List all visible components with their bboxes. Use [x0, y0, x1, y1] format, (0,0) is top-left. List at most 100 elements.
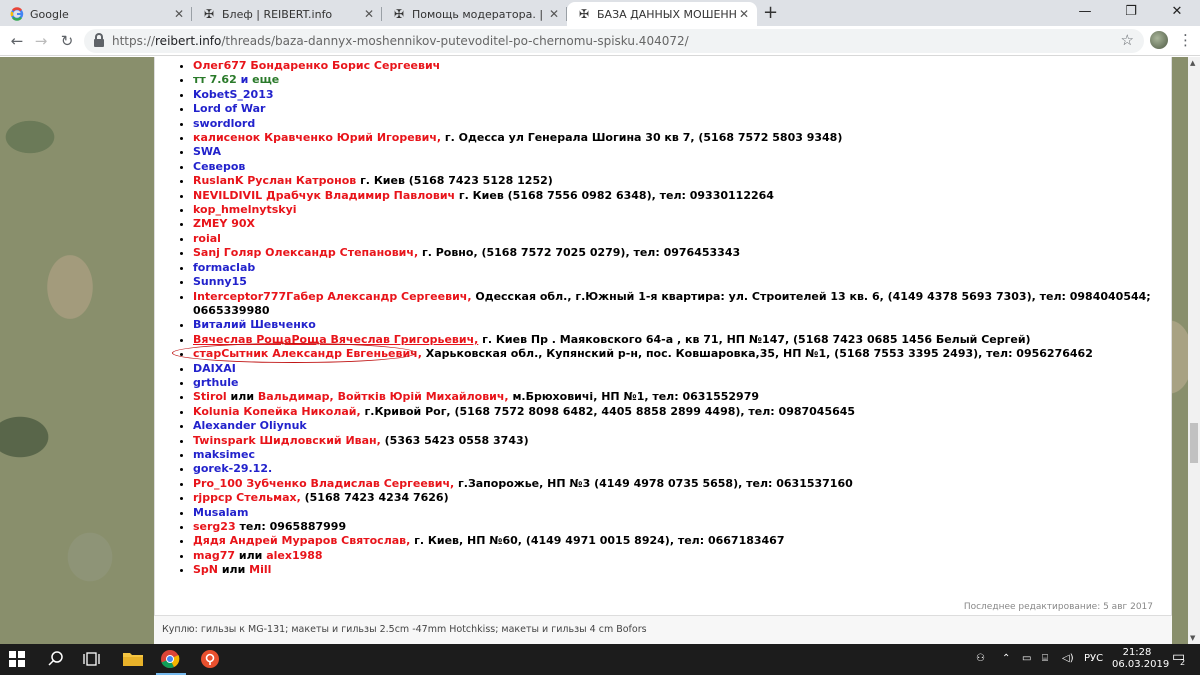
close-tab-icon[interactable]: ✕ — [174, 7, 184, 21]
list-item: ZMEY 90X — [193, 217, 1153, 231]
chrome-icon[interactable] — [160, 649, 180, 669]
windows-start-icon[interactable] — [9, 651, 25, 667]
entry-details: г.Запорожье, НП №3 (4149 4978 0735 5658)… — [454, 476, 853, 490]
user-link[interactable]: roial — [193, 232, 221, 245]
minimize-icon[interactable]: — — [1062, 0, 1108, 26]
user-link[interactable]: Sunny15 — [193, 275, 247, 288]
user-link[interactable]: Interceptor777Габер Александр Сергеевич, — [193, 290, 472, 303]
user-link[interactable]: тт 7.62 — [193, 73, 241, 86]
user-link[interactable]: еще — [248, 73, 279, 86]
user-link[interactable]: калисенок Кравченко Юрий Игоревич, — [193, 131, 441, 144]
people-icon[interactable]: ⚇ — [976, 652, 985, 666]
user-link[interactable]: SpN — [193, 563, 218, 576]
close-tab-icon[interactable]: ✕ — [549, 7, 559, 21]
user-link[interactable]: swordlord — [193, 117, 255, 130]
address-bar[interactable]: https://reibert.info/threads/baza-dannyx… — [84, 29, 1144, 53]
file-explorer-icon[interactable] — [122, 649, 143, 669]
network-icon[interactable]: ⌸ — [1042, 652, 1048, 666]
highlight-ellipse — [172, 343, 416, 363]
user-link[interactable]: Alexander Oliynuk — [193, 419, 307, 432]
tray-chevron-icon[interactable]: ⌃ — [1002, 652, 1010, 666]
clock-date: 06.03.2019 — [1112, 659, 1170, 670]
list-item: maksimec — [193, 448, 1153, 462]
close-tab-icon[interactable]: ✕ — [364, 7, 374, 21]
user-link[interactable]: DAIXAI — [193, 362, 236, 375]
list-item: Alexander Oliynuk — [193, 419, 1153, 433]
list-item: serg23 тел: 0965887999 — [193, 520, 1153, 534]
bookmark-star-icon[interactable]: ☆ — [1121, 31, 1134, 49]
entry-details: или — [235, 548, 267, 562]
volume-icon[interactable]: ◁) — [1062, 652, 1074, 666]
user-link[interactable]: Kolunia Копейка Николай, — [193, 405, 361, 418]
tab-bluff[interactable]: ✠ Блеф | REIBERT.info ✕ — [192, 2, 382, 26]
entry-details: (5363 5423 0558 3743) — [380, 433, 529, 447]
user-link[interactable]: gorek-29.12. — [193, 462, 272, 475]
list-item: Lord of War — [193, 102, 1153, 116]
user-link[interactable]: SWA — [193, 145, 221, 158]
user-link[interactable]: RuslanK Руслан Катронов — [193, 174, 356, 187]
user-link[interactable]: Виталий Шевченко — [193, 318, 316, 331]
user-link[interactable]: NEVILDIVIL Драбчук Владимир Павлович — [193, 189, 455, 202]
tab-fraud-database[interactable]: ✠ БАЗА ДАННЫХ МОШЕННИКОВ ✕ — [567, 2, 757, 26]
user-link[interactable]: Олег677 Бондаренко Борис Сергеевич — [193, 59, 440, 72]
user-link[interactable]: kop_hmelnytskyi — [193, 203, 297, 216]
language-indicator[interactable]: РУС — [1084, 652, 1103, 666]
user-link[interactable]: maksimec — [193, 448, 255, 461]
user-link[interactable]: KobetS_2013 — [193, 88, 274, 101]
tab-moderator-help[interactable]: ✠ Помощь модератора. | REIBERT.info ✕ — [382, 2, 567, 26]
reload-icon[interactable]: ↻ — [56, 30, 78, 52]
close-window-icon[interactable]: ✕ — [1154, 0, 1200, 26]
entry-details: (5168 7423 4234 7626) — [300, 491, 449, 505]
list-item: Виталий Шевченко — [193, 318, 1153, 332]
list-item: roial — [193, 232, 1153, 246]
list-item: Twinspark Шидловский Иван, (5363 5423 05… — [193, 434, 1153, 448]
user-link[interactable]: mag77 — [193, 549, 235, 562]
maps-pin-icon[interactable] — [200, 649, 220, 669]
search-icon[interactable] — [46, 649, 66, 669]
battery-icon[interactable]: ▭ — [1022, 652, 1031, 666]
user-link[interactable]: Twinspark Шидловский Иван, — [193, 434, 381, 447]
forward-icon[interactable]: → — [30, 30, 52, 52]
list-item: swordlord — [193, 117, 1153, 131]
user-link[interactable]: alex1988 — [266, 549, 322, 562]
fraud-list: Олег677 Бондаренко Борис Сергеевичтт 7.6… — [193, 59, 1153, 578]
clock-time: 21:28 — [1122, 647, 1152, 658]
user-link[interactable]: rjppcp Стельмах, — [193, 491, 301, 504]
scroll-down-arrow-icon[interactable]: ▼ — [1190, 634, 1195, 642]
user-link[interactable]: Stirol — [193, 390, 227, 403]
list-item: Stirol или Вальдимар, Войтків Юрій Михай… — [193, 390, 1153, 404]
tab-google[interactable]: Google ✕ — [0, 2, 192, 26]
user-link[interactable]: Северов — [193, 160, 245, 173]
profile-avatar[interactable] — [1150, 31, 1168, 49]
system-clock[interactable]: 21:28 06.03.2019 — [1112, 647, 1170, 671]
user-link[interactable]: Lord of War — [193, 102, 265, 115]
page-viewport: Олег677 Бондаренко Борис Сергеевичтт 7.6… — [0, 57, 1188, 644]
signature-block: Куплю: гильзы к MG-131; макеты и гильзы … — [154, 615, 1172, 644]
user-link[interactable]: ZMEY 90X — [193, 217, 255, 230]
restore-icon[interactable]: ❐ — [1108, 0, 1154, 26]
reibert-cross-icon: ✠ — [578, 7, 590, 21]
user-link[interactable]: Musalam — [193, 506, 248, 519]
back-icon[interactable]: ← — [6, 30, 28, 52]
list-item: Pro_100 Зубченко Владислав Сергеевич, г.… — [193, 477, 1153, 491]
page-scrollbar[interactable]: ▲ ▼ — [1188, 57, 1200, 644]
close-tab-icon[interactable]: ✕ — [739, 7, 749, 21]
user-link[interactable]: Mill — [249, 563, 271, 576]
task-view-icon[interactable] — [82, 649, 102, 669]
new-tab-button[interactable]: + — [763, 3, 778, 23]
menu-dots-icon[interactable]: ⋮ — [1178, 30, 1193, 50]
user-link[interactable]: Pro_100 Зубченко Владислав Сергеевич, — [193, 477, 454, 490]
scrollbar-thumb[interactable] — [1190, 423, 1198, 463]
scroll-up-arrow-icon[interactable]: ▲ — [1190, 59, 1195, 67]
user-link[interactable]: Sanj Голяр Олександр Степанович, — [193, 246, 418, 259]
tab-title: Google — [30, 7, 69, 21]
list-item: Sunny15 — [193, 275, 1153, 289]
list-item: Северов — [193, 160, 1153, 174]
user-link[interactable]: grthule — [193, 376, 238, 389]
user-link[interactable]: formaclab — [193, 261, 255, 274]
user-link[interactable]: Дядя Андрей Мураров Святослав, — [193, 534, 410, 547]
user-link[interactable]: Вальдимар, Войтків Юрій Михайлович, — [258, 390, 509, 403]
list-item: Musalam — [193, 506, 1153, 520]
entry-details: Харьковская обл., Купянский р-н, пос. Ко… — [421, 347, 1093, 361]
user-link[interactable]: serg23 — [193, 520, 236, 533]
